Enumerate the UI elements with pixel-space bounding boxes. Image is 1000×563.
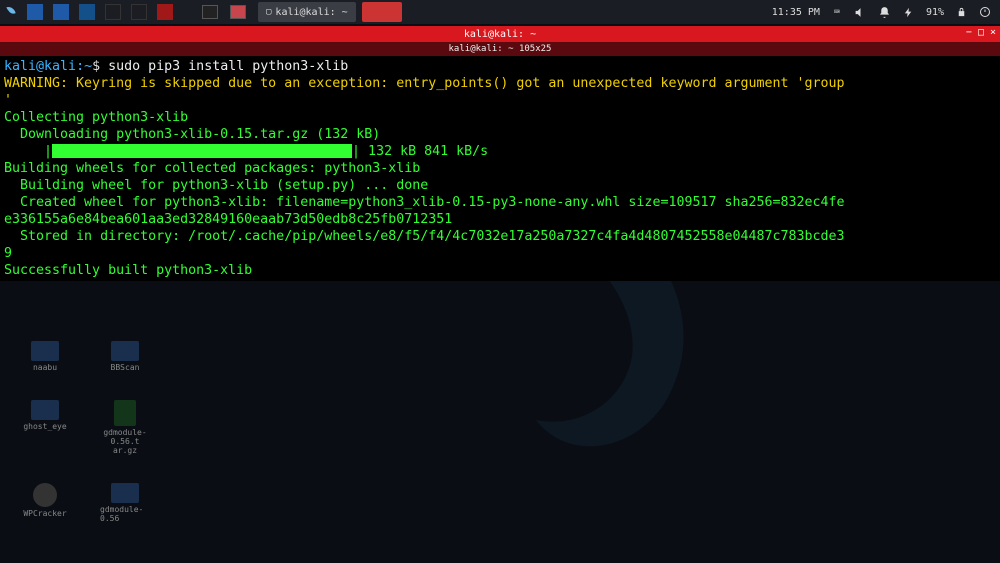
clock[interactable]: 11:35 PM — [772, 7, 820, 18]
notifications-icon[interactable] — [878, 5, 892, 19]
desktop-icon[interactable]: naabu — [20, 341, 70, 372]
desktop-icon[interactable]: WPCracker — [20, 483, 70, 523]
taskbar-window-terminal[interactable]: ▢ kali@kali: ~ — [258, 2, 356, 22]
start-menu-button[interactable] — [0, 0, 22, 24]
output-line: Building wheel for python3-xlib (setup.p… — [4, 178, 428, 193]
app-launcher-1[interactable] — [22, 0, 48, 24]
output-line: Stored in directory: /root/.cache/pip/wh… — [4, 229, 845, 244]
power-icon[interactable] — [902, 5, 916, 19]
terminal-window: kali@kali: ~ − □ × kali@kali: ~ 105x25 k… — [0, 26, 1000, 281]
close-button[interactable]: × — [990, 27, 996, 38]
output-line: Successfully built python3-xlib — [4, 263, 252, 278]
desktop-icon[interactable]: ghost_eye — [20, 400, 70, 455]
output-line: Collecting python3-xlib — [4, 110, 188, 125]
desktop-icons: naabu BBScan ghost_eye gdmodule-0.56.t a… — [20, 341, 170, 523]
archive-icon — [114, 400, 136, 426]
terminal-body[interactable]: kali@kali:~$ sudo pip3 install python3-x… — [0, 56, 1000, 281]
output-line: Building wheels for collected packages: … — [4, 161, 420, 176]
app-launcher-3[interactable] — [74, 0, 100, 24]
keyboard-icon[interactable]: ⌨ — [830, 5, 844, 19]
desktop-icon[interactable]: BBScan — [100, 341, 150, 372]
output-line: | — [4, 144, 52, 159]
progress-bar — [52, 144, 352, 158]
output-line: e336155a6e84bea601aa3ed32849160eaab73d50… — [4, 212, 452, 227]
output-line: ' — [4, 93, 12, 108]
output-line: Created wheel for python3-xlib: filename… — [4, 195, 845, 210]
workspace-2[interactable] — [224, 0, 252, 24]
app-launcher-5[interactable] — [126, 0, 152, 24]
battery-percent[interactable]: 91% — [926, 7, 944, 18]
desktop-icon[interactable]: gdmodule-0.56.t ar.gz — [100, 400, 150, 455]
taskbar-window-label: kali@kali: ~ — [275, 7, 347, 18]
taskbar-window-other[interactable] — [362, 2, 402, 22]
terminal-title: kali@kali: ~ — [464, 29, 536, 40]
folder-icon — [31, 400, 59, 420]
prompt-user: kali@kali — [4, 59, 76, 74]
lock-icon[interactable] — [954, 5, 968, 19]
minimize-button[interactable]: − — [966, 27, 972, 38]
gear-icon — [33, 483, 57, 507]
desktop-icon[interactable]: gdmodule-0.56 — [100, 483, 150, 523]
terminal-titlebar[interactable]: kali@kali: ~ − □ × — [0, 26, 1000, 42]
maximize-button[interactable]: □ — [978, 27, 984, 38]
app-launcher-6[interactable] — [152, 0, 178, 24]
output-line: Downloading python3-xlib-0.15.tar.gz (13… — [4, 127, 380, 142]
session-menu-icon[interactable] — [978, 5, 992, 19]
system-tray: 11:35 PM ⌨ 91% — [772, 5, 1000, 19]
output-line: | 132 kB 841 kB/s — [352, 144, 488, 159]
volume-icon[interactable] — [854, 5, 868, 19]
output-line: WARNING: Keyring is skipped due to an ex… — [4, 76, 845, 91]
workspace-1[interactable] — [196, 0, 224, 24]
folder-icon — [31, 341, 59, 361]
folder-icon — [111, 483, 139, 503]
app-launcher-4[interactable] — [100, 0, 126, 24]
command-text: sudo pip3 install python3-xlib — [108, 59, 348, 74]
terminal-tab[interactable]: kali@kali: ~ 105x25 — [0, 42, 1000, 56]
output-line: 9 — [4, 246, 12, 261]
taskbar: ▢ kali@kali: ~ 11:35 PM ⌨ 91% — [0, 0, 1000, 24]
folder-icon — [111, 341, 139, 361]
app-launcher-2[interactable] — [48, 0, 74, 24]
